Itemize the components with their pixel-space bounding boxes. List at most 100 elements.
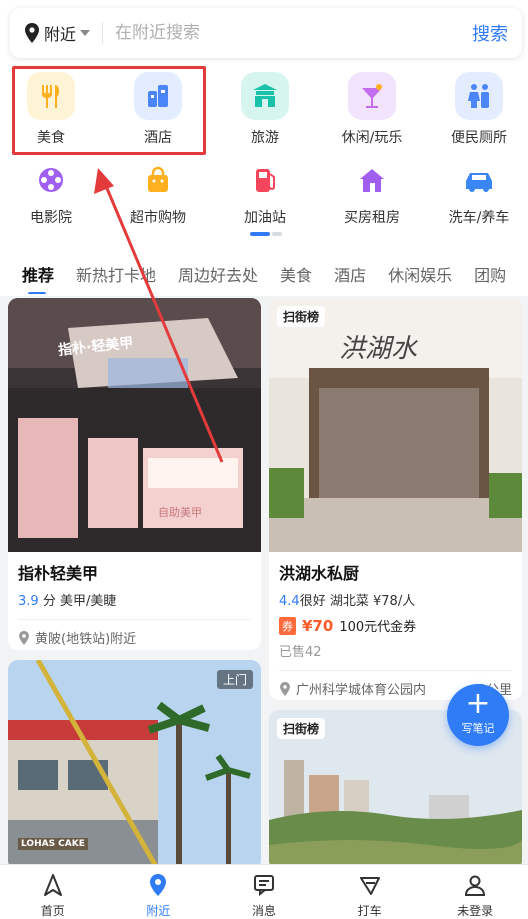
category-restroom-label: 便民厕所: [451, 130, 507, 146]
coupon-row[interactable]: 券 ¥70 100元代金券: [269, 609, 522, 635]
poi-score: 4.4: [279, 594, 300, 609]
write-note-label: 写笔记: [461, 722, 495, 735]
category-car-wash-label: 洗车/养车: [448, 210, 510, 226]
nav-messages[interactable]: 消息: [211, 865, 317, 919]
film-reel-icon: [31, 160, 71, 200]
taxi-icon: [359, 877, 380, 895]
category-car-wash[interactable]: 洗车/养车: [429, 160, 528, 227]
poi-card-restaurant[interactable]: 扫街榜 洪湖水 洪湖水私厨 4.4很好 湖北菜 ¥78/人 券 ¥70 100元…: [269, 298, 522, 700]
category-leisure[interactable]: 休闲/玩乐: [322, 72, 422, 147]
restaurant-photo: 扫街榜 洪湖水: [269, 298, 522, 552]
tab-food[interactable]: 美食: [269, 262, 323, 286]
coupon-desc: 100元代金券: [339, 620, 417, 635]
category-hotel[interactable]: 酒店: [108, 72, 208, 147]
shopping-bag-icon: [138, 160, 178, 200]
category-housing[interactable]: 买房租房: [322, 160, 422, 227]
location-label: 附近: [44, 25, 77, 44]
cocktail-icon: [348, 72, 396, 120]
category-hotel-label: 酒店: [144, 130, 172, 146]
bottom-nav: 首页 附近 消息 打车 未登录: [0, 864, 528, 919]
plus-icon: +: [465, 686, 491, 721]
category-leisure-label: 休闲/玩乐: [341, 130, 403, 146]
feed-tabs: 推荐 新热打卡地 周边好去处 美食 酒店 休闲娱乐 团购: [0, 254, 528, 294]
search-bar: 附近 搜索: [10, 8, 522, 58]
nav-home[interactable]: 首页: [0, 865, 106, 919]
poi-title: 洪湖水私厨: [279, 564, 360, 583]
user-icon: [465, 875, 486, 896]
house-icon: [352, 160, 392, 200]
category-gas-station-label: 加油站: [244, 210, 286, 226]
category-cinema[interactable]: 电影院: [1, 160, 101, 227]
tab-group-buy[interactable]: 团购: [463, 262, 517, 286]
nav-taxi-label: 打车: [357, 904, 382, 918]
message-icon: [253, 875, 274, 897]
nav-nearby[interactable]: 附近: [106, 865, 212, 919]
top-panel: 附近 搜索 美食 酒店 旅游: [0, 0, 528, 296]
nav-profile-label: 未登录: [457, 904, 494, 918]
coupon-tag: 券: [279, 616, 296, 635]
cake-shop-photo: 上门 LOHAS CAKE: [8, 660, 261, 870]
fork-knife-icon: [27, 72, 75, 120]
tab-recommend[interactable]: 推荐: [0, 262, 65, 294]
tab-trending[interactable]: 新热打卡地: [65, 262, 167, 286]
category-restroom[interactable]: 便民厕所: [429, 72, 528, 147]
cake-shop-sign: LOHAS CAKE: [18, 838, 88, 850]
poi-score-word: 很好: [299, 594, 326, 609]
nav-taxi[interactable]: 打车: [317, 865, 423, 919]
poi-address-row: 黄陂(地铁站)附近: [8, 620, 261, 650]
category-travel[interactable]: 旅游: [215, 72, 315, 147]
category-supermarket-label: 超市购物: [130, 210, 186, 226]
location-pin-icon: [280, 681, 290, 696]
poi-category: 美甲/美睫: [59, 594, 117, 609]
category-travel-label: 旅游: [251, 130, 279, 146]
restaurant-sign-text: 洪湖水: [339, 334, 418, 364]
category-food-label: 美食: [37, 130, 65, 146]
tab-nearby-spots[interactable]: 周边好去处: [167, 262, 269, 286]
location-pin-icon: [19, 630, 29, 645]
poi-card-cake-shop[interactable]: 上门 LOHAS CAKE: [8, 660, 261, 870]
location-pin-icon: [150, 874, 167, 896]
location-selector[interactable]: 附近: [10, 21, 91, 45]
badge-street-rank: 扫街榜: [277, 718, 326, 739]
temple-icon: [241, 72, 289, 120]
search-input[interactable]: [115, 23, 472, 43]
nav-profile[interactable]: 未登录: [422, 865, 528, 919]
category-supermarket[interactable]: 超市购物: [108, 160, 208, 227]
building-icon: [134, 72, 182, 120]
nail-salon-photo: 指朴·轻美甲 自助美甲: [8, 298, 261, 552]
poi-title: 指朴轻美甲: [18, 564, 99, 583]
tab-hotel[interactable]: 酒店: [323, 262, 377, 286]
search-divider: [102, 22, 104, 44]
poi-meta: 4.4很好 湖北菜 ¥78/人: [269, 584, 522, 609]
restroom-icon: [455, 72, 503, 120]
sold-count: 已售42: [279, 645, 322, 660]
nav-home-label: 首页: [40, 904, 65, 918]
write-note-button[interactable]: + 写笔记: [447, 684, 509, 746]
category-food[interactable]: 美食: [1, 72, 101, 147]
counter-sign-text: 自助美甲: [158, 506, 202, 519]
nav-messages-label: 消息: [251, 904, 276, 918]
navigate-arrow-icon: [43, 874, 62, 896]
poi-meta: 3.9 分 美甲/美睫: [8, 584, 261, 609]
poi-category: 湖北菜: [329, 594, 369, 609]
poi-score-unit: 分: [42, 594, 56, 609]
car-icon: [459, 160, 499, 200]
category-pager-inactive: [272, 232, 282, 236]
poi-address: 黄陂(地铁站)附近: [35, 632, 137, 647]
tab-entertainment[interactable]: 休闲娱乐: [377, 262, 463, 286]
badge-home-service: 上门: [216, 670, 253, 689]
category-cinema-label: 电影院: [30, 210, 72, 226]
badge-street-rank: 扫街榜: [277, 306, 326, 327]
gas-pump-icon: [245, 160, 285, 200]
coupon-price: ¥70: [302, 616, 334, 635]
category-housing-label: 买房租房: [344, 210, 400, 226]
search-button[interactable]: 搜索: [472, 20, 522, 46]
poi-score: 3.9: [18, 594, 39, 609]
poi-address: 广州科学城体育公园内: [296, 683, 427, 698]
app-screen: 附近 搜索 美食 酒店 旅游: [0, 0, 528, 919]
location-pin-icon: [25, 23, 39, 43]
poi-card-nail-salon[interactable]: 指朴·轻美甲 自助美甲 指朴轻美甲 3.9 分 美甲/美睫 黄陂(地铁站)附近: [8, 298, 261, 650]
chevron-down-icon: [80, 30, 91, 36]
category-pager-active: [250, 232, 270, 236]
category-gas-station[interactable]: 加油站: [215, 160, 315, 227]
